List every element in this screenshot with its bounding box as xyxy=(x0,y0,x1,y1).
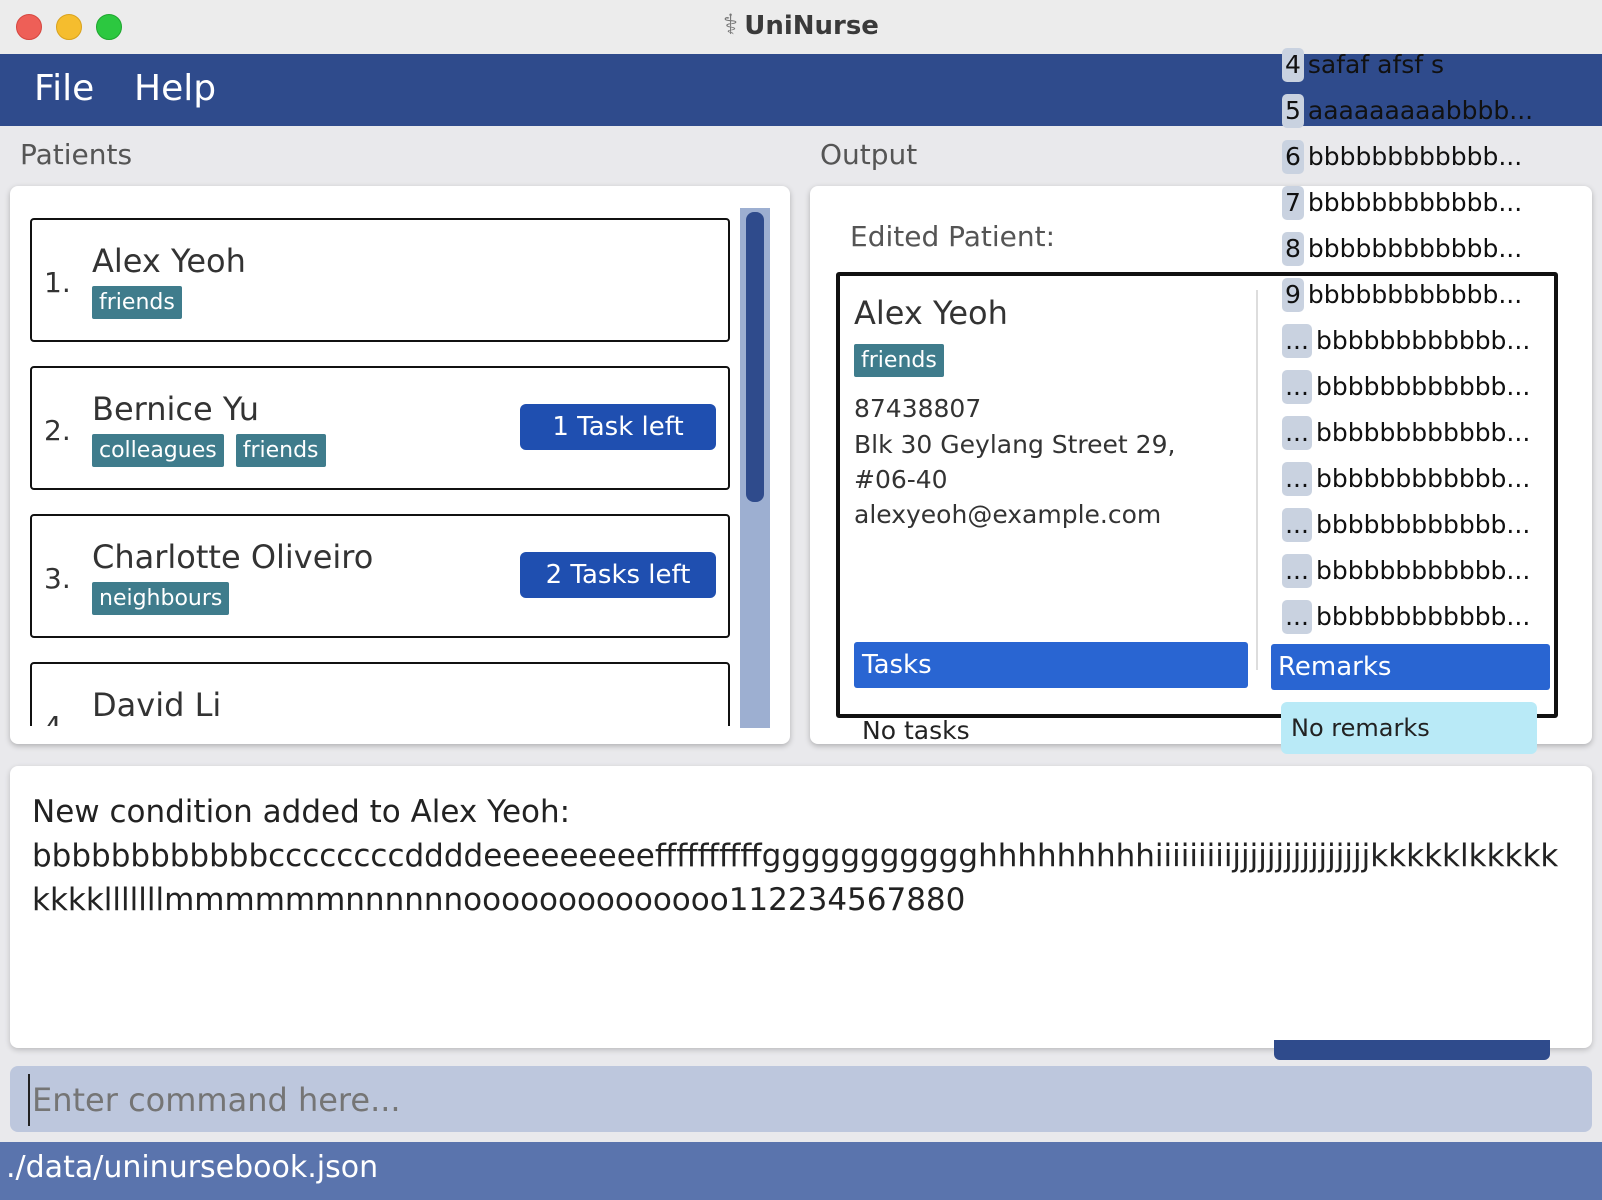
patient-tag: colleagues xyxy=(92,434,224,467)
condition-text: bbbbbbbbbbbb... xyxy=(1316,418,1531,447)
patient-index: 4. xyxy=(44,710,71,726)
patient-list-panel: 1. Alex Yeoh friends 2. Bernice Yu colle… xyxy=(10,186,790,744)
condition-item: 6 bbbbbbbbbbbb... xyxy=(1282,140,1572,180)
detail-patient-tag: friends xyxy=(854,344,944,377)
status-bar: ./data/uninursebook.json xyxy=(0,1142,1602,1200)
patient-list-scrollbar[interactable] xyxy=(740,208,770,728)
condition-text: bbbbbbbbbbbb... xyxy=(1316,326,1531,355)
hidden-section-header xyxy=(1274,1040,1550,1060)
result-line-2: bbbbbbbbbbbbccccccccddddeeeeeeeeefffffff… xyxy=(32,838,1559,918)
no-remarks-text: No remarks xyxy=(1281,702,1537,754)
patient-card[interactable]: 4. David Li xyxy=(30,662,730,726)
detail-phone: 87438807 xyxy=(854,394,982,423)
command-box xyxy=(10,1066,1592,1132)
no-tasks-text: No tasks xyxy=(862,716,970,744)
condition-item: ... bbbbbbbbbbbb... xyxy=(1282,416,1572,456)
condition-number: 7 xyxy=(1282,186,1304,220)
task-count-badge: 1 Task left xyxy=(520,404,716,450)
condition-number: 4 xyxy=(1282,48,1304,82)
condition-number: 8 xyxy=(1282,232,1304,266)
detail-email: alexyeoh@example.com xyxy=(854,500,1162,529)
condition-text: bbbbbbbbbbbb... xyxy=(1316,556,1531,585)
menu-help[interactable]: Help xyxy=(134,68,216,109)
patient-index: 2. xyxy=(44,414,71,447)
remarks-header: Remarks xyxy=(1271,644,1550,690)
edited-patient-label: Edited Patient: xyxy=(850,220,1056,253)
condition-number: ... xyxy=(1282,600,1312,634)
condition-text: bbbbbbbbbbbb... xyxy=(1316,372,1531,401)
condition-number: ... xyxy=(1282,416,1312,450)
condition-item: 4 safaf afsf s xyxy=(1282,48,1572,88)
condition-item: ... bbbbbbbbbbbb... xyxy=(1282,600,1572,640)
window-title: UniNurse xyxy=(744,11,879,41)
tasks-header: Tasks xyxy=(854,642,1248,688)
scrollbar-thumb[interactable] xyxy=(746,212,764,502)
patient-card[interactable]: 2. Bernice Yu colleagues friends 1 Task l… xyxy=(30,366,730,490)
condition-item: ... bbbbbbbbbbbb... xyxy=(1282,370,1572,410)
menu-file[interactable]: File xyxy=(34,68,94,109)
patients-section-label: Patients xyxy=(20,138,133,171)
patient-tag: neighbours xyxy=(92,582,230,615)
result-line-1: New condition added to Alex Yeoh: xyxy=(32,794,571,830)
condition-text: aaaaaaaaabbbb... xyxy=(1307,96,1534,125)
condition-number: ... xyxy=(1282,554,1312,588)
task-count-badge: 2 Tasks left xyxy=(520,552,716,598)
caduceus-icon: ⚕ xyxy=(723,8,739,41)
data-file-path: ./data/uninursebook.json xyxy=(6,1150,379,1185)
patient-card[interactable]: 3. Charlotte Oliveiro neighbours 2 Tasks… xyxy=(30,514,730,638)
condition-item: 8 bbbbbbbbbbbb... xyxy=(1282,232,1572,272)
patient-index: 3. xyxy=(44,562,71,595)
patient-name: Bernice Yu xyxy=(92,390,260,428)
patient-name: Charlotte Oliveiro xyxy=(92,538,374,576)
condition-text: bbbbbbbbbbbb... xyxy=(1307,234,1523,263)
condition-item: 7 bbbbbbbbbbbb... xyxy=(1282,186,1572,226)
condition-text: bbbbbbbbbbbb... xyxy=(1316,464,1531,493)
condition-number: ... xyxy=(1282,462,1312,496)
output-section-label: Output xyxy=(820,138,918,171)
condition-text: bbbbbbbbbbbb... xyxy=(1307,280,1523,309)
condition-item: ... bbbbbbbbbbbb... xyxy=(1282,508,1572,548)
result-text: New condition added to Alex Yeoh: bbbbbb… xyxy=(32,790,1572,922)
patient-tag: friends xyxy=(235,434,326,467)
condition-text: bbbbbbbbbbbb... xyxy=(1316,510,1531,539)
condition-number: 6 xyxy=(1282,140,1304,174)
patient-tag: friends xyxy=(92,286,182,319)
condition-number: 5 xyxy=(1282,94,1304,128)
condition-item: 9 bbbbbbbbbbbb... xyxy=(1282,278,1572,318)
detail-divider xyxy=(1256,290,1258,670)
condition-text: bbbbbbbbbbbb... xyxy=(1307,142,1523,171)
condition-item: ... bbbbbbbbbbbb... xyxy=(1282,324,1572,364)
condition-text: safaf afsf s xyxy=(1307,50,1445,79)
detail-address-line1: Blk 30 Geylang Street 29, xyxy=(854,430,1176,459)
condition-item: 5 aaaaaaaaabbbb... xyxy=(1282,94,1572,134)
patient-index: 1. xyxy=(44,266,71,299)
window-title-group: ⚕ UniNurse xyxy=(0,8,1602,41)
patient-card[interactable]: 1. Alex Yeoh friends xyxy=(30,218,730,342)
title-bar: ⚕ UniNurse xyxy=(0,0,1602,55)
patient-name: Alex Yeoh xyxy=(92,242,246,280)
result-display: New condition added to Alex Yeoh: bbbbbb… xyxy=(10,766,1592,1048)
condition-item: ... bbbbbbbbbbbb... xyxy=(1282,462,1572,502)
command-input[interactable] xyxy=(28,1074,1574,1126)
patient-name: David Li xyxy=(92,686,222,724)
condition-number: ... xyxy=(1282,508,1312,542)
patient-list[interactable]: 1. Alex Yeoh friends 2. Bernice Yu colle… xyxy=(30,218,730,726)
detail-address-line2: #06-40 xyxy=(854,465,948,494)
condition-item: ... bbbbbbbbbbbb... xyxy=(1282,554,1572,594)
condition-number: ... xyxy=(1282,324,1312,358)
condition-number: 9 xyxy=(1282,278,1304,312)
condition-number: ... xyxy=(1282,370,1312,404)
detail-patient-name: Alex Yeoh xyxy=(854,294,1008,332)
condition-text: bbbbbbbbbbbb... xyxy=(1307,188,1523,217)
condition-text: bbbbbbbbbbbb... xyxy=(1316,602,1531,631)
